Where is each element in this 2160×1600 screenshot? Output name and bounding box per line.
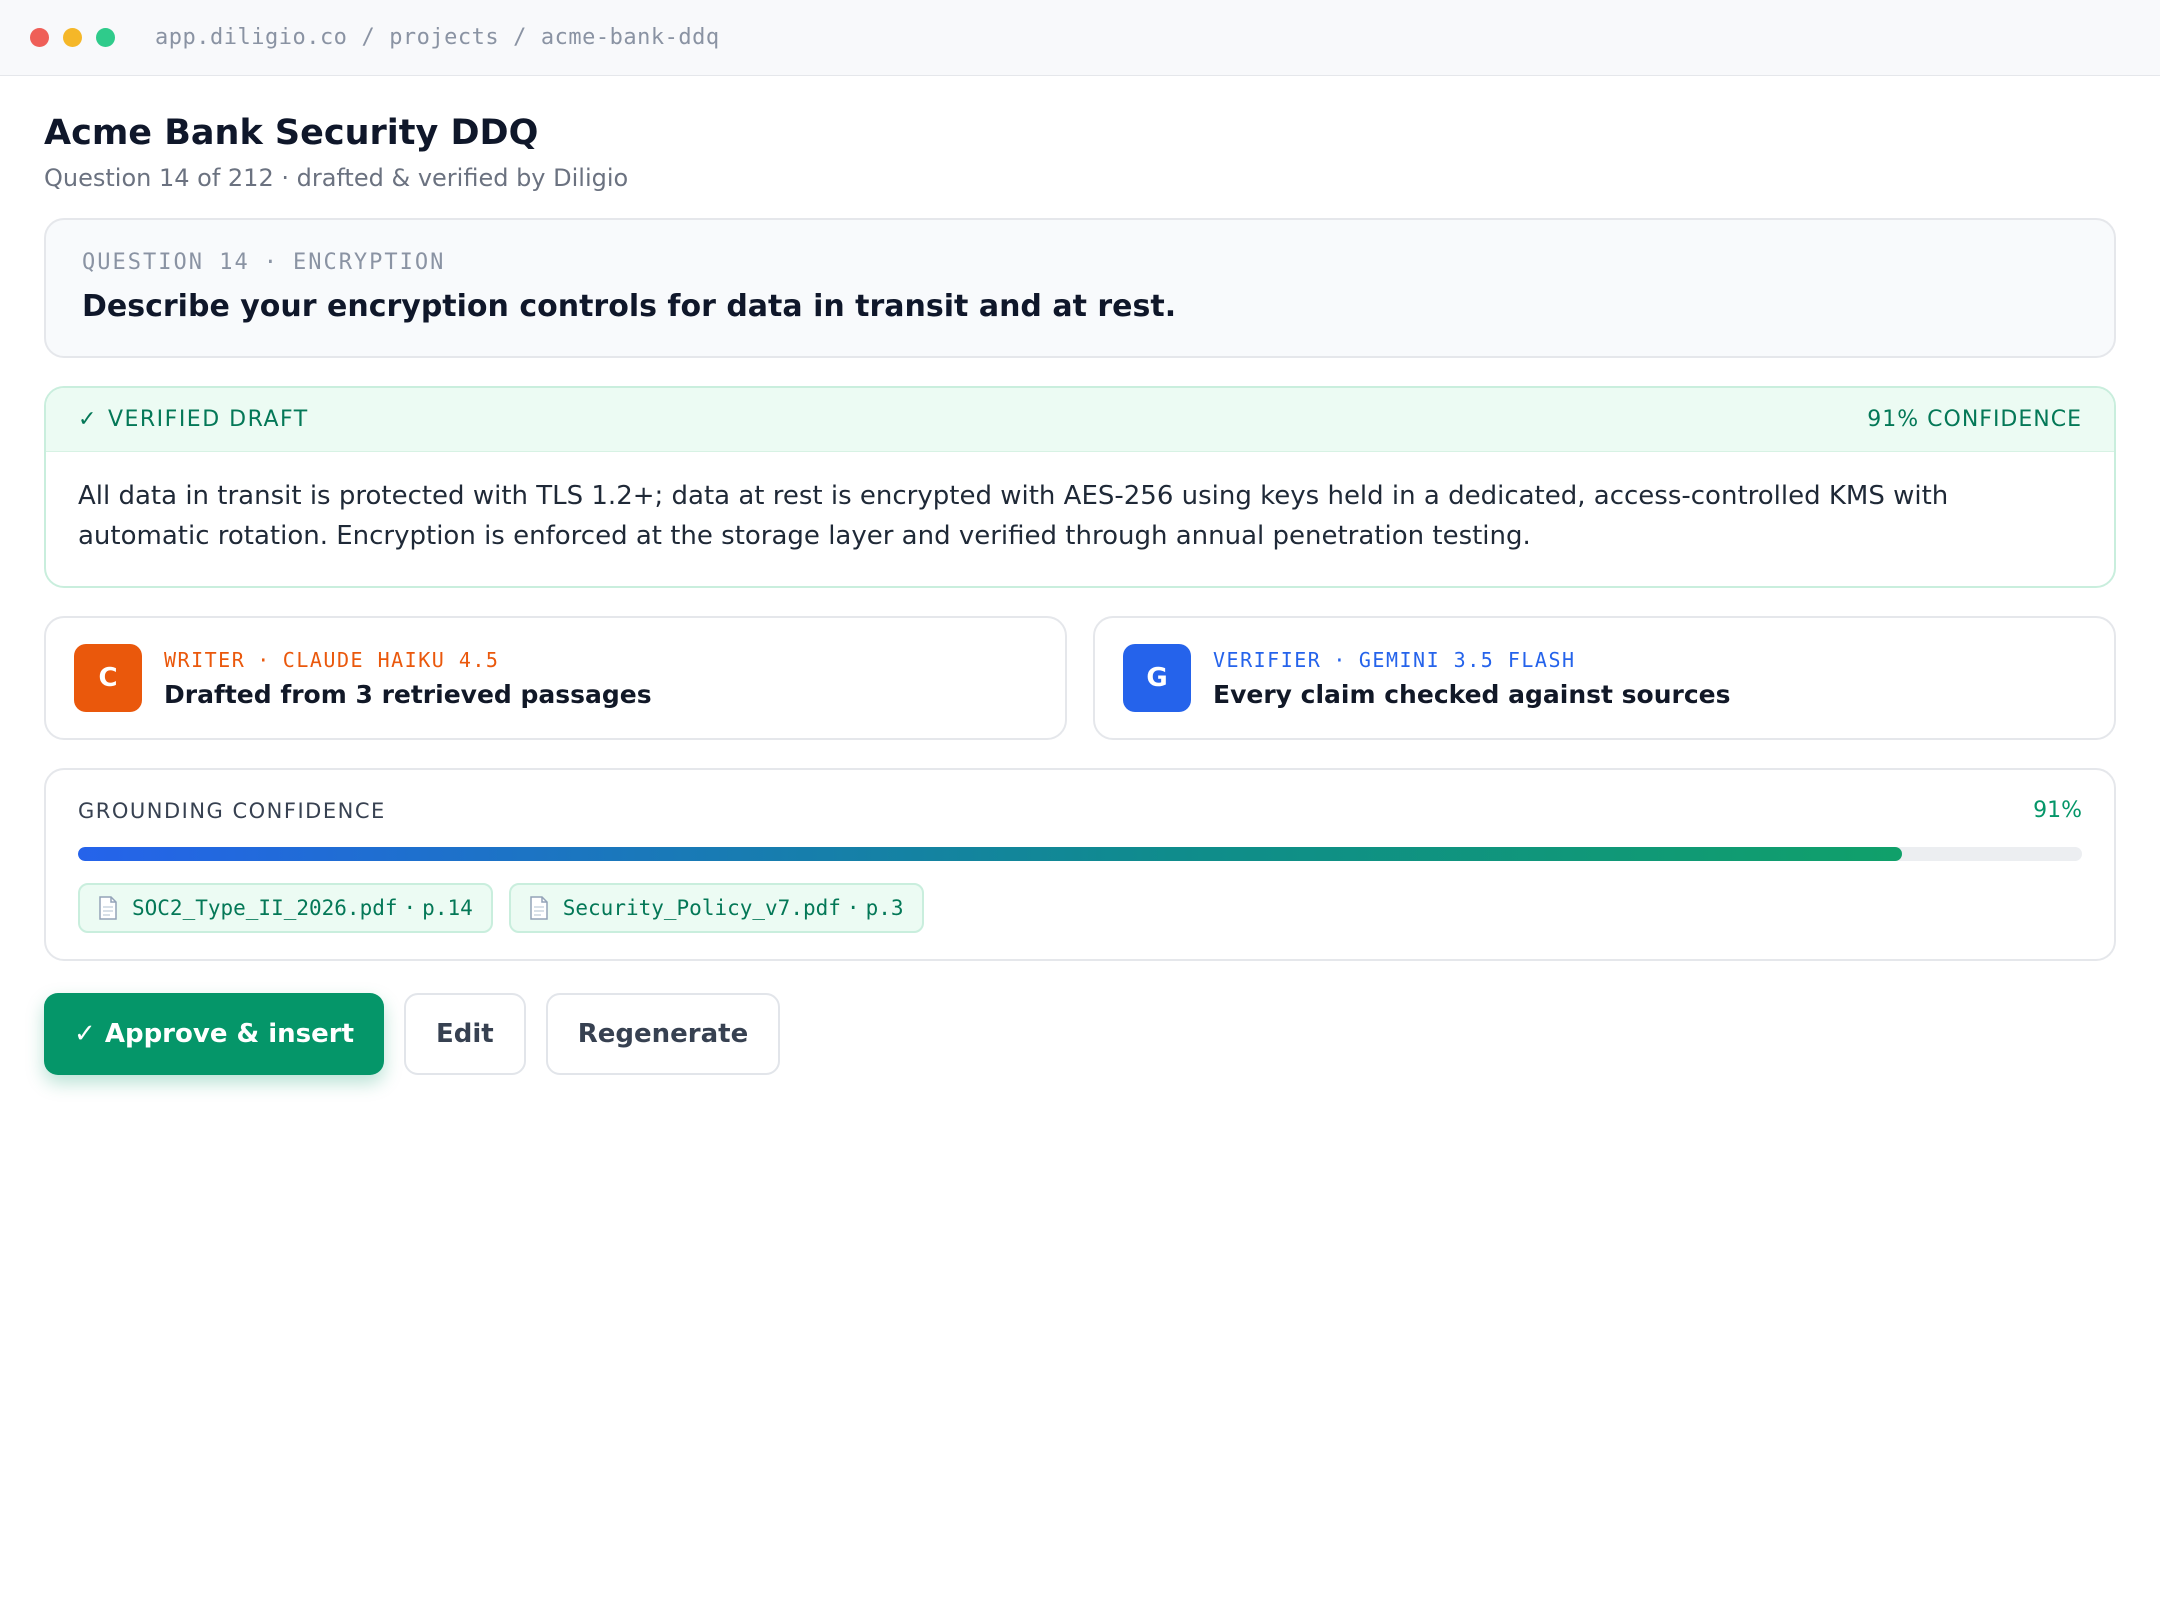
draft-status: ✓ VERIFIED DRAFT xyxy=(78,407,309,432)
verifier-role: VERIFIER xyxy=(1213,647,1322,672)
writer-role-separator: · xyxy=(257,647,271,672)
source-chip[interactable]: Security_Policy_v7.pdf · p.3 xyxy=(508,883,924,933)
main-content: Acme Bank Security DDQ Question 14 of 21… xyxy=(44,76,2116,1075)
breadcrumb-project[interactable]: acme-bank-ddq xyxy=(541,25,720,50)
breadcrumb-projects[interactable]: projects xyxy=(389,25,499,50)
draft-status-label: VERIFIED DRAFT xyxy=(107,407,309,432)
page-title: Acme Bank Security DDQ xyxy=(44,113,539,153)
writer-description: Drafted from 3 retrieved passages xyxy=(164,679,652,709)
browser-bar: app.diligio.co / projects / acme-bank-ddq xyxy=(0,0,2160,76)
writer-avatar: C xyxy=(74,644,142,712)
breadcrumb: app.diligio.co / projects / acme-bank-ddq xyxy=(155,25,720,50)
close-window-dot[interactable] xyxy=(30,28,49,47)
window-controls xyxy=(30,28,115,47)
approve-insert-button[interactable]: ✓ Approve & insert xyxy=(44,993,385,1075)
question-label-separator: · xyxy=(263,250,279,275)
writer-card: C WRITER · CLAUDE HAIKU 4.5 Drafted from 3… xyxy=(44,616,1067,740)
writer-info: WRITER · CLAUDE HAIKU 4.5 Drafted from 3 r… xyxy=(164,648,652,709)
writer-role-line: WRITER · CLAUDE HAIKU 4.5 xyxy=(164,648,652,672)
question-number: QUESTION 14 xyxy=(82,250,250,275)
verifier-card: G VERIFIER · GEMINI 3.5 FLASH Every claim … xyxy=(1093,616,2116,740)
source-separator: · xyxy=(846,896,860,920)
writer-model: CLAUDE HAIKU 4.5 xyxy=(282,647,500,672)
verifier-model: GEMINI 3.5 FLASH xyxy=(1358,647,1576,672)
question-text: Describe your encryption controls for da… xyxy=(82,289,1177,324)
check-icon: ✓ xyxy=(78,407,98,432)
edit-button[interactable]: Edit xyxy=(404,993,526,1075)
question-category: ENCRYPTION xyxy=(292,250,446,275)
confidence-progress-bar xyxy=(78,847,2082,861)
draft-header: ✓ VERIFIED DRAFT 91% CONFIDENCE xyxy=(46,388,2114,452)
document-icon xyxy=(530,896,548,920)
maximize-window-dot[interactable] xyxy=(96,28,115,47)
verifier-info: VERIFIER · GEMINI 3.5 FLASH Every claim ch… xyxy=(1213,648,1731,709)
draft-confidence: 91% CONFIDENCE xyxy=(1867,407,2082,432)
grounding-header: GROUNDING CONFIDENCE 91% xyxy=(78,798,2082,823)
breadcrumb-domain[interactable]: app.diligio.co xyxy=(155,25,347,50)
draft-confidence-value: 91% xyxy=(1867,407,1920,432)
source-list: SOC2_Type_II_2026.pdf · p.14 Security_Poli… xyxy=(78,883,2082,933)
source-chip[interactable]: SOC2_Type_II_2026.pdf · p.14 xyxy=(78,883,493,933)
verified-draft-card: ✓ VERIFIED DRAFT 91% CONFIDENCE All data… xyxy=(44,386,2116,588)
verifier-role-line: VERIFIER · GEMINI 3.5 FLASH xyxy=(1213,648,1731,672)
regenerate-button[interactable]: Regenerate xyxy=(545,993,781,1075)
verifier-role-separator: · xyxy=(1333,647,1347,672)
draft-confidence-label: CONFIDENCE xyxy=(1927,407,2082,432)
verifier-avatar: G xyxy=(1123,644,1191,712)
question-label: QUESTION 14 · ENCRYPTION xyxy=(82,250,2078,275)
minimize-window-dot[interactable] xyxy=(63,28,82,47)
breadcrumb-separator: / xyxy=(513,25,527,50)
grounding-value: 91% xyxy=(2033,798,2082,823)
action-bar: ✓ Approve & insert Edit Regenerate xyxy=(44,993,2116,1075)
source-separator: · xyxy=(403,896,417,920)
source-file: Security_Policy_v7.pdf xyxy=(562,896,841,920)
grounding-card: GROUNDING CONFIDENCE 91% SOC2_Type_II_20… xyxy=(44,768,2116,961)
breadcrumb-separator: / xyxy=(361,25,376,50)
model-row: C WRITER · CLAUDE HAIKU 4.5 Drafted from 3… xyxy=(44,616,2116,740)
source-text: Security_Policy_v7.pdf · p.3 xyxy=(563,896,904,920)
source-file: SOC2_Type_II_2026.pdf xyxy=(132,896,398,920)
writer-role: WRITER xyxy=(164,647,246,672)
question-card: QUESTION 14 · ENCRYPTION Describe your enc… xyxy=(44,218,2116,358)
verifier-description: Every claim checked against sources xyxy=(1213,679,1731,709)
source-page: p.14 xyxy=(422,896,473,920)
grounding-label: GROUNDING CONFIDENCE xyxy=(78,798,386,823)
confidence-progress-fill xyxy=(78,847,1902,861)
draft-answer-text[interactable]: All data in transit is protected with TL… xyxy=(46,452,2114,586)
page-subtitle: Question 14 of 212 · drafted & verified … xyxy=(44,164,629,192)
source-page: p.3 xyxy=(865,896,904,920)
document-icon xyxy=(99,896,117,920)
source-text: SOC2_Type_II_2026.pdf · p.14 xyxy=(132,896,473,920)
